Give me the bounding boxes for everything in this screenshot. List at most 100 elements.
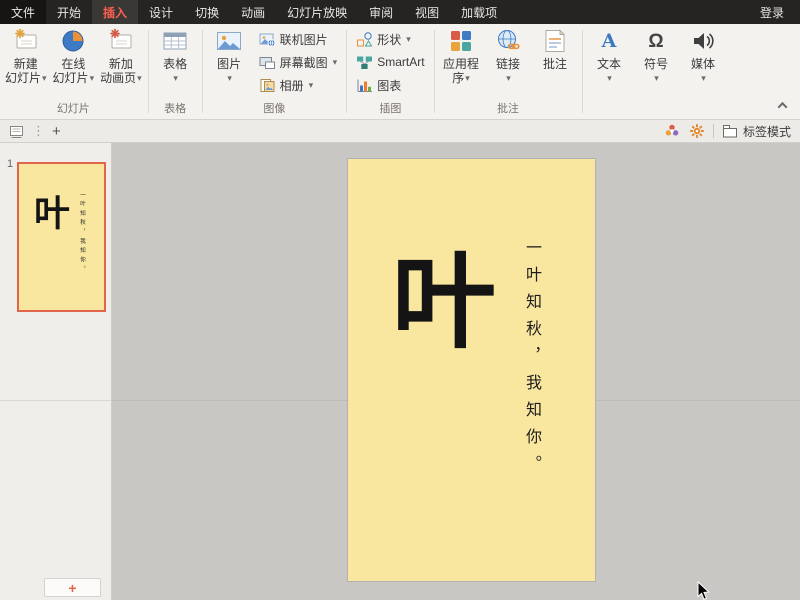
tab-file[interactable]: 文件 [0, 0, 46, 24]
group-separator [202, 30, 203, 113]
dropdown-caret: ▾ [654, 74, 659, 83]
shapes-icon [356, 31, 373, 48]
new-animation-page-icon [107, 26, 135, 56]
illustrations-buttons: 形状 ▾ SmartArt 图表 [350, 24, 430, 100]
dropdown-caret: ▾ [465, 74, 470, 83]
tab-mode-icon [721, 122, 739, 140]
images-buttons: 图片▾ 联机图片屏幕截图▾ 相册▾ [206, 24, 344, 100]
new-animation-page-button[interactable]: 新加动画页▾ [97, 24, 145, 85]
smartart-label: SmartArt [377, 55, 424, 69]
dropdown-caret: ▾ [406, 35, 411, 44]
editing-canvas[interactable]: 叶 一叶知秋，我知你。 [112, 143, 800, 600]
text-button[interactable]: A文本▾ [586, 24, 633, 85]
slide-vertical-text[interactable]: 一叶知秋，我知你。 [520, 239, 544, 482]
ribbon-groups: 新建幻灯片▾在线幻灯片▾新加动画页▾幻灯片表格▾表格图片▾联机图片屏幕截图▾相册… [0, 24, 800, 119]
thumbnail-content: 叶 一叶知秋，我知你。 [19, 164, 48, 309]
applications-button[interactable]: 应用程序▾ [438, 24, 485, 85]
group-separator [434, 30, 435, 113]
screenshot-button[interactable]: 屏幕截图▾ [256, 53, 341, 71]
new-slide-button[interactable]: 新建幻灯片▾ [2, 24, 50, 85]
online-picture-label: 联机图片 [280, 31, 328, 48]
comment-button[interactable]: 批注 [532, 24, 579, 71]
quick-add-button[interactable]: + [52, 124, 61, 139]
dropdown-caret: ▾ [42, 74, 47, 83]
applications-label: 序▾ [452, 71, 470, 85]
tab-animation[interactable]: 动画 [230, 0, 276, 24]
online-slides-icon [59, 26, 87, 56]
comment-icon [541, 26, 569, 56]
group-label: 插图 [350, 100, 430, 119]
media-button[interactable]: 媒体▾ [680, 24, 727, 85]
dropdown-caret: ▾ [137, 74, 142, 83]
symbol-button[interactable]: Ω符号▾ [633, 24, 680, 85]
app-window: 文件开始插入设计切换动画幻灯片放映审阅视图加载项 登录 新建幻灯片▾在线幻灯片▾… [0, 0, 800, 600]
tab-design[interactable]: 设计 [138, 0, 184, 24]
ribbon-tabs: 文件开始插入设计切换动画幻灯片放映审阅视图加载项 [0, 0, 508, 24]
smartart-button[interactable]: SmartArt [353, 53, 427, 71]
screenshot-icon [259, 54, 276, 71]
slides-panel: 1 叶 一叶知秋，我知你。 + [0, 143, 112, 600]
add-slide-button[interactable]: + [44, 578, 101, 597]
picture-button[interactable]: 图片▾ [206, 24, 253, 85]
shapes-button[interactable]: 形状 ▾ [353, 30, 414, 48]
tab-slideshow[interactable]: 幻灯片放映 [276, 0, 358, 24]
collapse-ribbon-button[interactable] [774, 99, 790, 111]
panel-divider [0, 400, 111, 401]
group-separator [148, 30, 149, 113]
chevron-up-icon [777, 101, 787, 111]
slide-number: 1 [7, 158, 13, 170]
dropdown-caret: ▾ [173, 74, 178, 83]
quick-toolbar: ⋮ + 标签模式 [0, 120, 800, 143]
slide[interactable]: 叶 一叶知秋，我知你。 [348, 159, 595, 581]
drag-handle[interactable]: ⋮ [32, 123, 45, 139]
links-icon [494, 26, 522, 56]
applications-icon [447, 26, 475, 56]
slide-thumbnail-1[interactable]: 叶 一叶知秋，我知你。 [17, 162, 106, 312]
table-label: 表格 [163, 57, 187, 71]
ribbon-group-comments: 应用程序▾链接▾批注批注 [438, 24, 579, 119]
group-separator [346, 30, 347, 113]
slides-buttons: 新建幻灯片▾在线幻灯片▾新加动画页▾ [2, 24, 145, 100]
photo-album-button[interactable]: 相册▾ [256, 76, 317, 94]
tab-mode-toggle[interactable]: 标签模式 [721, 122, 793, 140]
chart-label: 图表 [377, 77, 401, 94]
online-picture-icon [259, 31, 276, 48]
tab-home[interactable]: 开始 [46, 0, 92, 24]
slide-title-text: 叶 [26, 194, 78, 232]
applications-label: 应用程 [443, 57, 479, 71]
tab-addins[interactable]: 加载项 [450, 0, 508, 24]
small-button-column: 形状 ▾ SmartArt 图表 [350, 24, 430, 94]
slide-container: 叶 一叶知秋，我知你。 [348, 159, 595, 581]
comments-buttons: 应用程序▾链接▾批注 [438, 24, 579, 100]
settings-gear-icon[interactable] [688, 122, 706, 140]
tab-review[interactable]: 审阅 [358, 0, 404, 24]
symbol-icon: Ω [648, 26, 663, 56]
group-separator [582, 30, 583, 113]
slide-title-text[interactable]: 叶 [368, 247, 520, 356]
tab-transition[interactable]: 切换 [184, 0, 230, 24]
online-picture-button[interactable]: 联机图片 [256, 30, 331, 48]
ribbon-group-illustrations: 形状 ▾ SmartArt 图表插图 [350, 24, 430, 119]
shapes-label: 形状 [377, 31, 401, 48]
small-button-column: 联机图片屏幕截图▾ 相册▾ [253, 24, 344, 94]
links-button[interactable]: 链接▾ [485, 24, 532, 85]
login-button[interactable]: 登录 [744, 0, 800, 24]
new-slide-icon [12, 26, 40, 56]
tab-insert[interactable]: 插入 [92, 0, 138, 24]
tab-mode-label: 标签模式 [743, 123, 791, 140]
screenshot-label: 屏幕截图 [280, 54, 328, 71]
beautify-icon[interactable] [663, 122, 681, 140]
table-button[interactable]: 表格 ▾ [152, 24, 199, 85]
chart-button[interactable]: 图表 [353, 76, 404, 94]
dropdown-caret: ▾ [506, 74, 511, 83]
text-icon: A [602, 26, 617, 56]
online-slides-button[interactable]: 在线幻灯片▾ [50, 24, 98, 85]
chart-icon [356, 77, 373, 94]
new-slide-label: 新建 [14, 57, 38, 71]
tab-view[interactable]: 视图 [404, 0, 450, 24]
dropdown-caret: ▾ [90, 74, 95, 83]
picture-label: 图片 [217, 57, 241, 71]
online-slides-label: 在线 [61, 57, 85, 71]
dropdown-caret: ▾ [701, 74, 706, 83]
slides-pane-icon[interactable] [7, 122, 25, 140]
